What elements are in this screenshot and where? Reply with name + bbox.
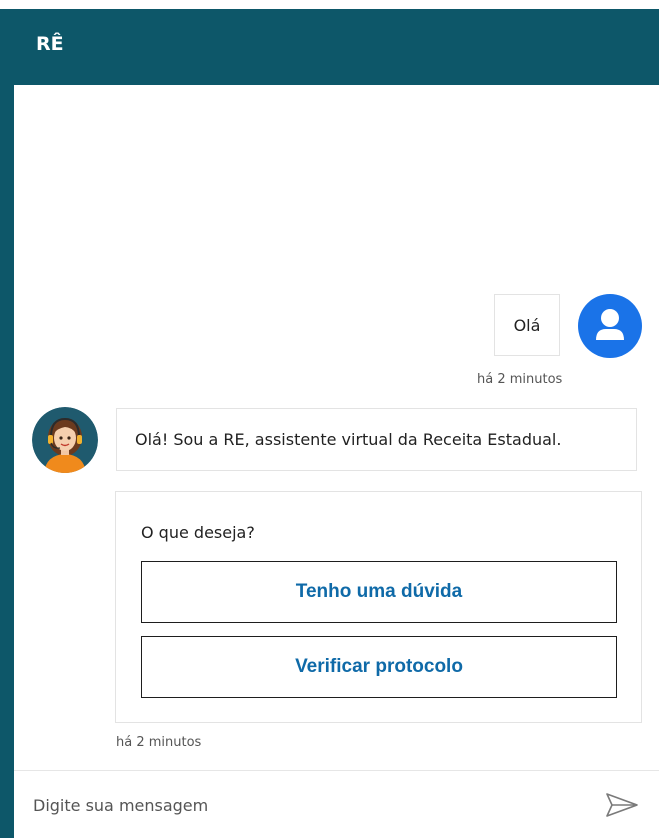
user-avatar xyxy=(578,294,642,358)
options-timestamp: há 2 minutos xyxy=(116,735,202,750)
user-icon xyxy=(596,309,624,340)
top-gap xyxy=(0,0,659,9)
assistant-avatar xyxy=(32,407,98,473)
user-message-text: Olá xyxy=(513,315,541,335)
composer-divider xyxy=(14,770,659,771)
assistant-message-bubble: Olá! Sou a RE, assistente virtual da Rec… xyxy=(116,408,637,471)
options-prompt: O que deseja? xyxy=(141,523,255,542)
chat-header: RÊ xyxy=(14,9,659,85)
send-button[interactable] xyxy=(604,790,640,820)
chat-title: RÊ xyxy=(36,33,64,55)
message-input[interactable] xyxy=(33,781,593,829)
quick-options-card: O que deseja? Tenho uma dúvida Verificar… xyxy=(115,491,642,723)
user-message-timestamp: há 2 minutos xyxy=(477,372,563,387)
user-message-bubble: Olá xyxy=(494,294,560,356)
tenho-uma-duvida-button[interactable]: Tenho uma dúvida xyxy=(141,561,617,623)
assistant-message-text: Olá! Sou a RE, assistente virtual da Rec… xyxy=(135,430,562,449)
verificar-protocolo-button[interactable]: Verificar protocolo xyxy=(141,636,617,698)
send-icon xyxy=(606,793,638,817)
